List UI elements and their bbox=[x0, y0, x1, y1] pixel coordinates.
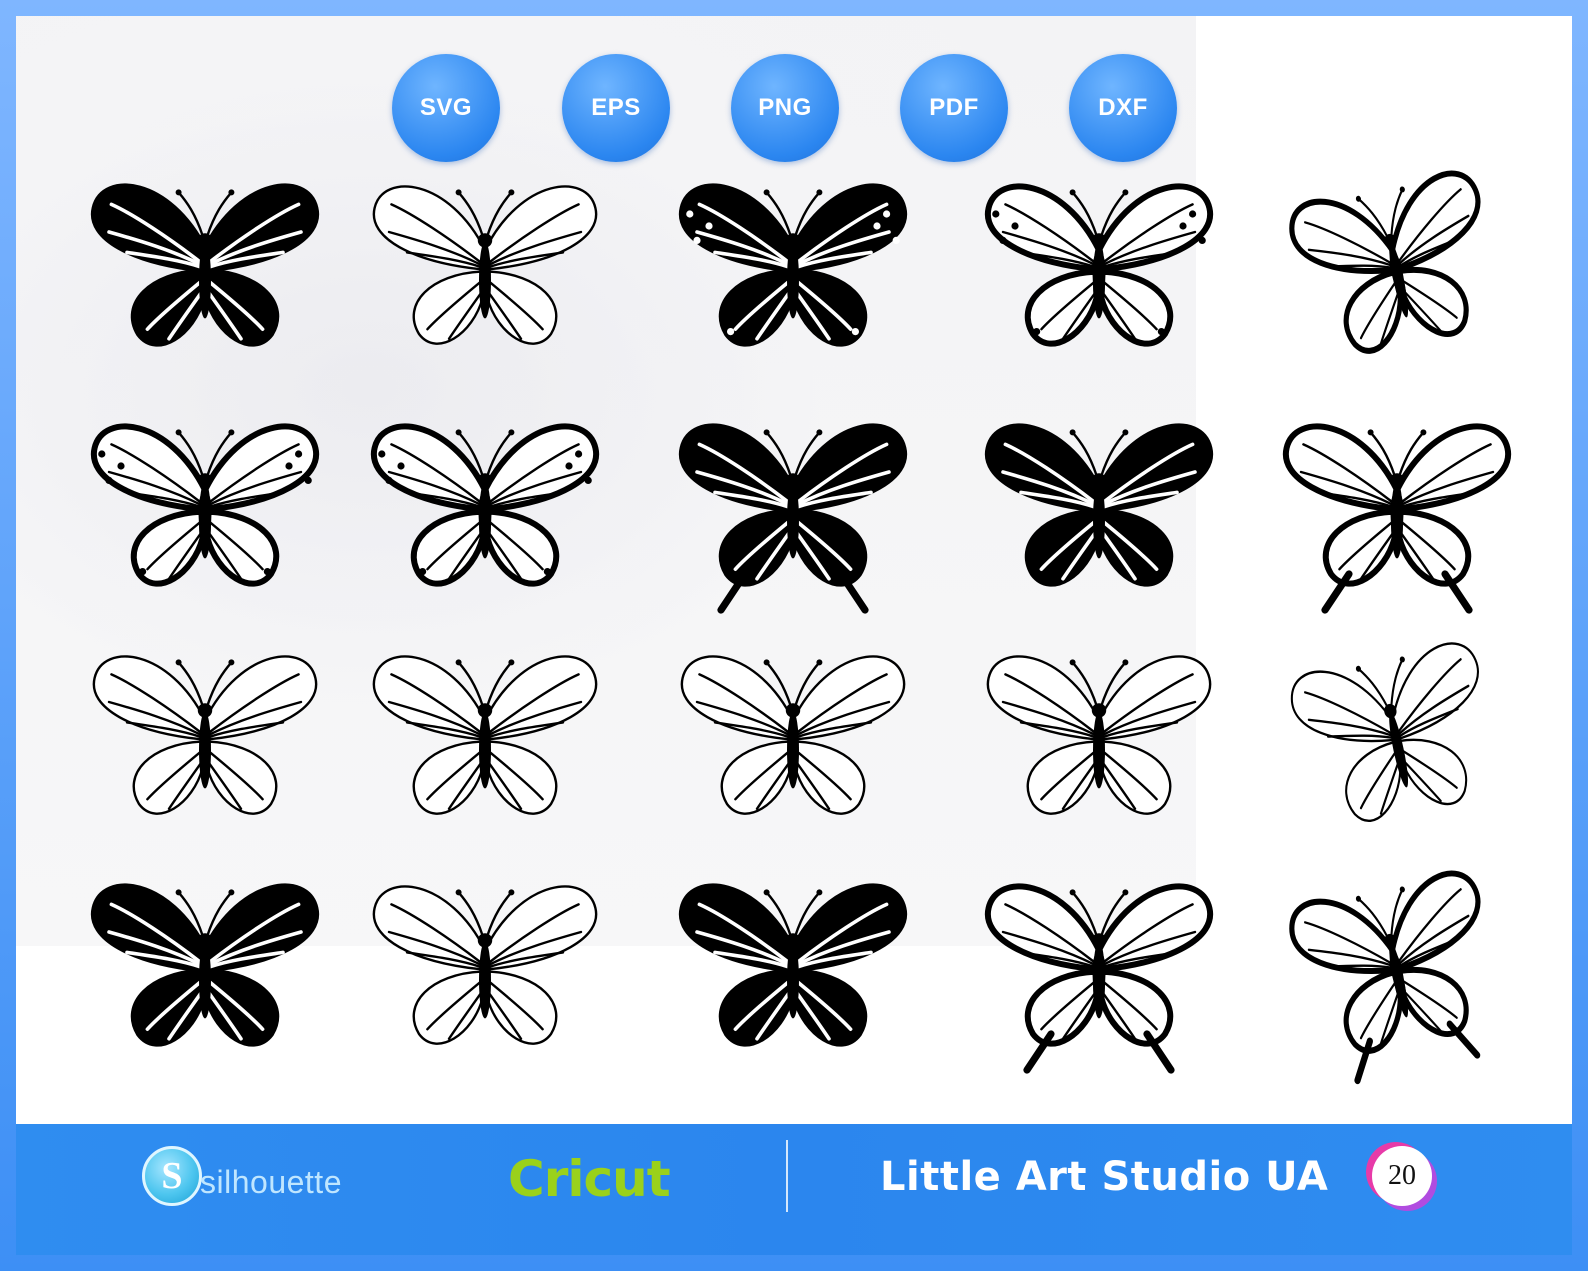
butterfly-outline-lace-icon bbox=[80, 636, 330, 846]
format-badge-label: PNG bbox=[758, 94, 812, 121]
butterfly-outline-classic-icon bbox=[360, 166, 610, 376]
product-preview-canvas: SVG EPS PNG PDF DXF bbox=[16, 16, 1572, 1124]
butterfly-svg bbox=[92, 655, 318, 815]
butterfly-swallowtail-light-icon bbox=[1272, 406, 1522, 616]
butterfly-outline-classic-2-icon bbox=[360, 866, 610, 1076]
butterfly-tribal-swirl-icon bbox=[974, 406, 1224, 616]
butterfly-svg bbox=[372, 885, 598, 1045]
butterfly-moth-wide-icon bbox=[360, 406, 610, 616]
butterfly-outline-simple-icon bbox=[668, 636, 918, 846]
butterfly-monarch-detailed-icon bbox=[80, 406, 330, 616]
butterfly-svg bbox=[984, 423, 1214, 587]
footer-bar: S silhouette Cricut Little Art Studio UA… bbox=[16, 1124, 1572, 1255]
butterfly-solid-open-wings-icon bbox=[80, 166, 330, 376]
butterfly-svg bbox=[90, 183, 320, 347]
format-badge-eps: EPS bbox=[562, 54, 670, 162]
silhouette-logo-icon: S bbox=[142, 1146, 202, 1206]
butterfly-svg bbox=[372, 655, 598, 815]
butterfly-svg bbox=[90, 883, 320, 1047]
butterfly-swallowtail-side-icon bbox=[1272, 866, 1522, 1085]
butterfly-tribal-open-icon bbox=[80, 866, 330, 1076]
cricut-logo: Cricut bbox=[508, 1150, 671, 1208]
butterfly-svg bbox=[678, 883, 908, 1047]
footer-divider bbox=[786, 1140, 788, 1212]
format-badge-dxf: DXF bbox=[1069, 54, 1177, 162]
item-count-badge: 20 bbox=[1372, 1146, 1432, 1206]
butterfly-svg bbox=[90, 423, 320, 587]
studio-name: Little Art Studio UA bbox=[880, 1154, 1329, 1200]
butterfly-swallowtail-dark-icon bbox=[668, 406, 918, 616]
butterfly-svg bbox=[1289, 870, 1481, 1085]
format-badge-svg: SVG bbox=[392, 54, 500, 162]
format-badge-label: PDF bbox=[929, 94, 979, 121]
format-badge-label: SVG bbox=[419, 94, 473, 121]
butterfly-svg bbox=[1289, 170, 1481, 354]
butterfly-side-profile-icon bbox=[1272, 166, 1522, 376]
butterfly-outline-fantasy-icon bbox=[974, 636, 1224, 846]
butterfly-swallowtail-wide-icon bbox=[974, 866, 1224, 1076]
butterfly-outline-ornate-icon bbox=[360, 636, 610, 846]
format-badge-label: EPS bbox=[591, 94, 641, 121]
butterfly-svg bbox=[1282, 423, 1512, 614]
butterfly-svg bbox=[986, 655, 1212, 815]
butterfly-solid-morpho-icon bbox=[668, 866, 918, 1076]
format-badge-label: DXF bbox=[1098, 94, 1148, 121]
butterfly-outline-side-icon bbox=[1272, 636, 1522, 846]
butterfly-svg bbox=[1290, 642, 1479, 822]
butterfly-svg bbox=[372, 185, 598, 345]
butterfly-svg bbox=[680, 655, 906, 815]
butterfly-monarch-icon bbox=[974, 166, 1224, 376]
format-badge-pdf: PDF bbox=[900, 54, 1008, 162]
butterfly-svg bbox=[984, 183, 1214, 347]
butterfly-svg bbox=[678, 423, 908, 614]
butterfly-svg bbox=[370, 423, 600, 587]
butterfly-svg bbox=[678, 183, 908, 347]
butterfly-solid-filled-icon bbox=[668, 166, 918, 376]
butterfly-svg bbox=[984, 883, 1214, 1074]
silhouette-label: silhouette bbox=[200, 1164, 342, 1200]
format-badge-png: PNG bbox=[731, 54, 839, 162]
